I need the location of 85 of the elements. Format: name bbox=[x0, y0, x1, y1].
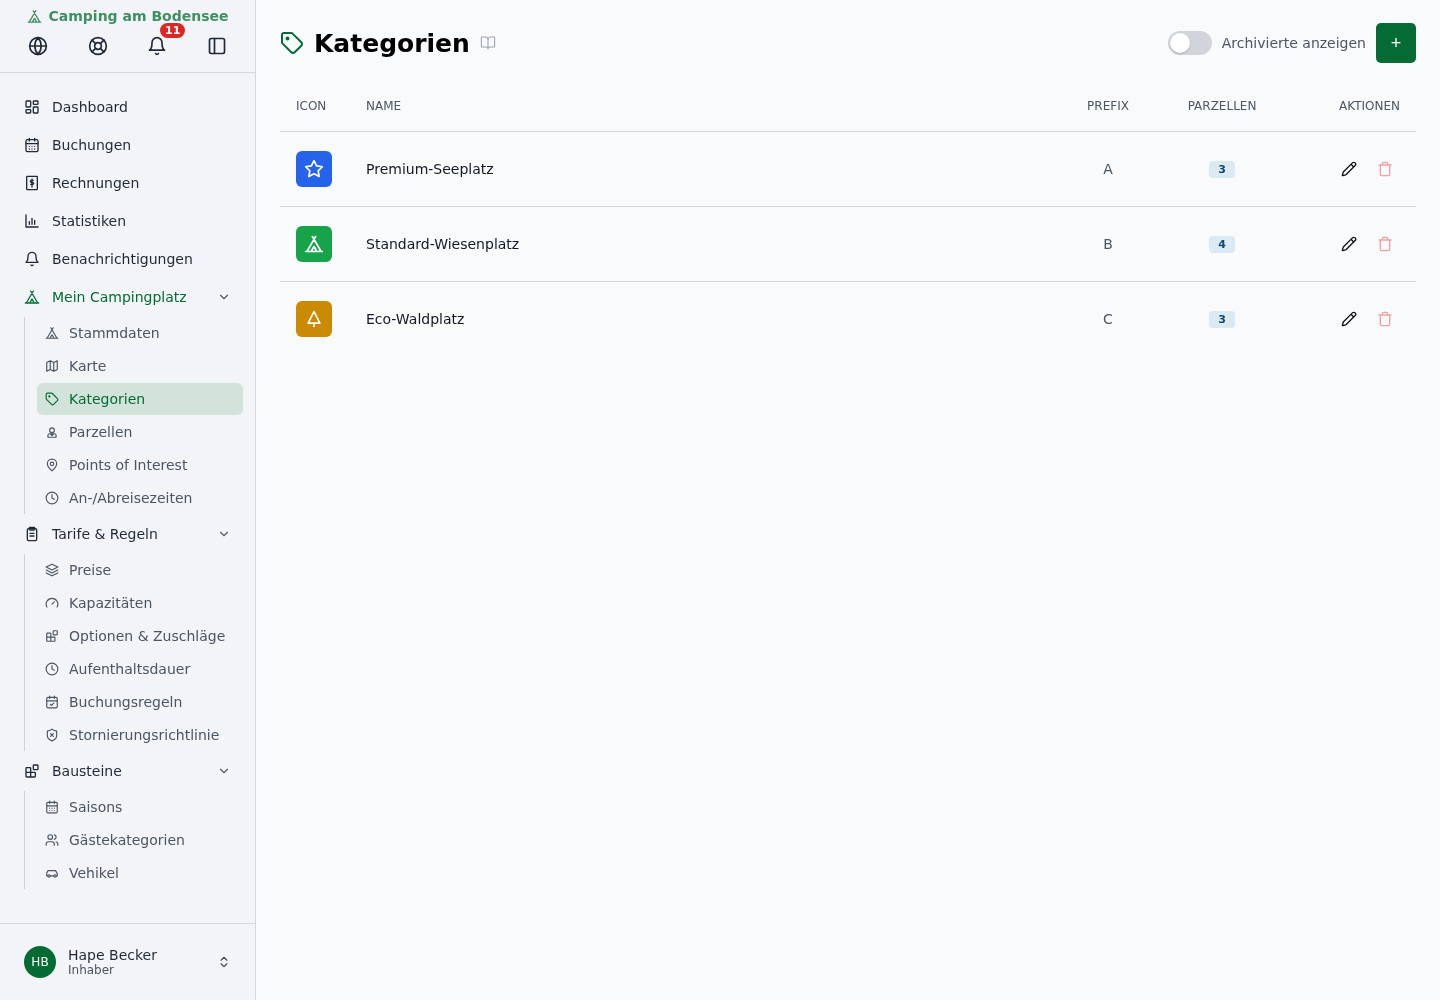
lifebuoy-icon bbox=[87, 36, 108, 56]
nav-subitem[interactable]: Stornierungsrichtlinie bbox=[37, 719, 243, 751]
tag-icon bbox=[45, 392, 59, 406]
bell-icon bbox=[147, 36, 168, 56]
column-header: ICON bbox=[280, 81, 365, 132]
toggle-switch[interactable] bbox=[1167, 31, 1212, 55]
nav-subitem[interactable]: Aufenthaltsdauer bbox=[37, 653, 243, 685]
nav-subitem[interactable]: Stammdaten bbox=[37, 317, 243, 349]
receipt-icon bbox=[24, 175, 40, 191]
column-header: PARZELLEN bbox=[1165, 81, 1279, 132]
column-header: NAME bbox=[365, 81, 1051, 132]
table-cell: Eco-Waldplatz bbox=[365, 281, 1051, 356]
nav-item[interactable]: Benachrichtigungen bbox=[12, 240, 243, 278]
table-cell: Standard-Wiesenplatz bbox=[365, 206, 1051, 282]
count-badge: 4 bbox=[1209, 236, 1235, 253]
dashboard-icon bbox=[24, 99, 40, 115]
tent-icon bbox=[45, 326, 59, 340]
nav-subitem[interactable]: Preise bbox=[37, 554, 243, 586]
nav-subitem[interactable]: Kategorien bbox=[37, 383, 243, 415]
blocks-icon bbox=[24, 763, 40, 779]
clock-icon bbox=[45, 662, 59, 676]
notification-badge: 11 bbox=[160, 23, 186, 38]
nav-subitem[interactable]: An-/Abreisezeiten bbox=[37, 482, 243, 514]
nav-item[interactable]: Mein Campingplatz bbox=[12, 278, 243, 316]
nav-subitem[interactable]: Vehikel bbox=[37, 857, 243, 889]
tent-icon bbox=[24, 289, 40, 305]
trash-icon bbox=[1377, 161, 1393, 177]
calendar-check-icon bbox=[45, 695, 59, 709]
user-name: Hape Becker bbox=[68, 947, 158, 963]
nav-subitem[interactable]: Optionen & Zuschläge bbox=[37, 620, 243, 652]
page-title: Kategorien bbox=[314, 28, 470, 58]
nav-subitem[interactable]: Saisons bbox=[37, 791, 243, 823]
add-button[interactable]: + bbox=[1376, 23, 1416, 63]
gauge-icon bbox=[45, 596, 59, 610]
avatar: HB bbox=[24, 946, 56, 978]
blocks-icon bbox=[45, 629, 59, 643]
brand-name: Camping am Bodensee bbox=[48, 8, 229, 24]
nav-subitem[interactable]: Parzellen bbox=[37, 416, 243, 448]
bell-icon bbox=[24, 251, 40, 267]
nav-subitem[interactable]: Gästekategorien bbox=[37, 824, 243, 856]
table-cell: C bbox=[1051, 281, 1165, 356]
map-pin-icon bbox=[45, 458, 59, 472]
count-badge: 3 bbox=[1209, 311, 1235, 328]
trash-icon bbox=[1377, 236, 1393, 252]
nav-item[interactable]: Buchungen bbox=[12, 126, 243, 164]
table-cell: B bbox=[1051, 206, 1165, 282]
clock-icon bbox=[45, 491, 59, 505]
globe-icon bbox=[27, 36, 48, 56]
tent-icon bbox=[304, 234, 324, 254]
pencil-icon bbox=[1341, 236, 1357, 252]
pencil-icon bbox=[1341, 161, 1357, 177]
nav-subitem[interactable]: Kapazitäten bbox=[37, 587, 243, 619]
nav-item[interactable]: Tarife & Regeln bbox=[12, 515, 243, 553]
person-pin-icon bbox=[45, 425, 59, 439]
book-icon bbox=[479, 35, 496, 51]
users-icon bbox=[45, 833, 59, 847]
user-menu[interactable]: HB Hape Becker Inhaber bbox=[0, 923, 255, 1000]
bar-chart-icon bbox=[24, 213, 40, 229]
clipboard-icon bbox=[24, 526, 40, 542]
star-icon bbox=[304, 159, 324, 179]
trash-icon bbox=[1377, 311, 1393, 327]
nav-item[interactable]: Bausteine bbox=[12, 752, 243, 790]
count-badge: 3 bbox=[1209, 161, 1235, 178]
column-header: PREFIX bbox=[1051, 81, 1165, 132]
table-cell: A bbox=[1051, 131, 1165, 207]
map-icon bbox=[45, 359, 59, 373]
nav-item[interactable]: Statistiken bbox=[12, 202, 243, 240]
table-cell: Premium-Seeplatz bbox=[365, 131, 1051, 207]
tree-icon bbox=[304, 309, 324, 329]
nav-subitem[interactable]: Buchungsregeln bbox=[37, 686, 243, 718]
user-role: Inhaber bbox=[68, 963, 116, 977]
tent-icon bbox=[26, 8, 42, 24]
nav-item[interactable]: Rechnungen bbox=[12, 164, 243, 202]
column-header: AKTIONEN bbox=[1279, 81, 1416, 132]
nav-subitem[interactable]: Points of Interest bbox=[37, 449, 243, 481]
pencil-icon bbox=[1341, 311, 1357, 327]
layers-icon bbox=[45, 563, 59, 577]
shield-icon bbox=[45, 728, 59, 742]
nav-item[interactable]: Dashboard bbox=[12, 88, 243, 126]
sidebar-panel-icon bbox=[207, 36, 228, 56]
calendar-icon bbox=[24, 137, 40, 153]
toggle-label: Archivierte anzeigen bbox=[1221, 35, 1366, 51]
tag-icon bbox=[280, 31, 304, 55]
calendar-icon bbox=[45, 800, 59, 814]
nav-subitem[interactable]: Karte bbox=[37, 350, 243, 382]
